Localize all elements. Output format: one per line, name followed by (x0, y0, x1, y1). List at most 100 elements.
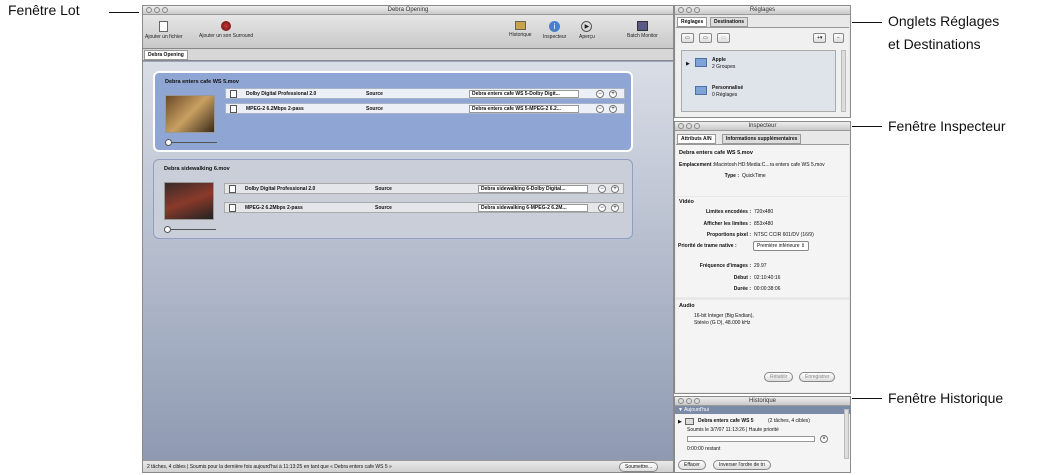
history-section-today[interactable]: ▼ Aujourd'hui (675, 406, 850, 414)
target-row[interactable]: MPEG-2 6.2Mbps 2-pass Source Debra enter… (225, 103, 625, 114)
job-icon (685, 418, 694, 425)
history-scrollbar[interactable] (844, 409, 849, 459)
inspector-titlebar: Inspecteur (675, 122, 850, 131)
preview-button[interactable]: ▶ Aperçu (579, 21, 595, 40)
remove-target-button[interactable]: − (598, 185, 606, 193)
group-custom[interactable]: Personnalisé (712, 85, 743, 91)
inspector-video-section: Vidéo Limites encodées : 720x480 Affiche… (676, 197, 849, 297)
tab-debra-opening[interactable]: Debra Opening (144, 50, 188, 60)
inspector-file-section: Debra enters cafe WS 5.mov Emplacement :… (676, 144, 849, 196)
monitor-icon (636, 21, 648, 31)
history-button[interactable]: Historique (509, 21, 532, 38)
batch-titlebar: Debra Opening (143, 6, 673, 15)
add-target-button[interactable]: + (609, 90, 617, 98)
video-file-icon (229, 204, 236, 212)
play-icon: ▶ (581, 21, 593, 32)
callout-tabs-line2: et Destinations (888, 36, 981, 52)
encoded-bounds-value: 720x480 (754, 209, 774, 215)
thumbnail-scrubber[interactable] (164, 226, 216, 233)
tab-av-attributes[interactable]: Attributs A/N (677, 134, 716, 144)
batch-toolbar: Ajouter un fichier Ajouter un son Surrou… (143, 15, 673, 49)
target-output-name[interactable]: Debra enters cafe WS 5-MPEG-2 6.2... (469, 105, 579, 113)
field-dominance-label: Priorité de trame native : (678, 243, 737, 249)
remove-target-button[interactable]: − (596, 90, 604, 98)
tab-additional-info[interactable]: Informations supplémentaires (722, 134, 802, 144)
add-target-button[interactable]: + (611, 204, 619, 212)
window-controls[interactable] (146, 7, 168, 13)
thumbnail-scrubber[interactable] (165, 139, 217, 146)
field-dominance-select[interactable]: Première inférieure ⇕ (753, 241, 810, 251)
type-label: Type : (724, 173, 739, 179)
window-controls[interactable] (678, 7, 700, 13)
type-value: QuickTime (742, 173, 766, 179)
callout-line (852, 126, 882, 127)
batch-title: Debra Opening (387, 7, 429, 13)
window-controls[interactable] (678, 398, 700, 404)
inspector-button[interactable]: i Inspecteur (543, 21, 566, 40)
history-job-name[interactable]: Debra enters cafe WS 5 (698, 418, 754, 424)
target-row[interactable]: Dolby Digital Professional 2.0 Source De… (224, 183, 624, 194)
batch-window: Debra Opening Ajouter un fichier Ajouter… (142, 5, 674, 473)
job-item[interactable]: Debra sidewalking 6.mov Dolby Digital Pr… (153, 159, 633, 239)
batch-monitor-button[interactable]: Batch Monitor (627, 21, 658, 39)
target-destination[interactable]: Source (375, 184, 392, 194)
callout-inspector: Fenêtre Inspecteur (888, 118, 1006, 134)
job-name: Debra sidewalking 6.mov (164, 166, 230, 172)
target-row[interactable]: MPEG-2 6.2Mbps 2-pass Source Debra sidew… (224, 202, 624, 213)
target-row[interactable]: Dolby Digital Professional 2.0 Source De… (225, 88, 625, 99)
target-output-name[interactable]: Debra enters cafe WS 5-Dolby Digit... (469, 90, 579, 98)
audio-channels: Stéréo (G D), 48.000 kHz (694, 320, 751, 326)
clear-button[interactable]: Effacer (678, 460, 706, 470)
target-destination[interactable]: Source (366, 104, 383, 114)
group-apple[interactable]: Apple (712, 57, 726, 63)
reverse-sort-button[interactable]: Inverser l'ordre de tri (713, 460, 771, 470)
inspector-audio-section: Audio 16-bit Integer (Big Endian), Stéré… (676, 300, 849, 392)
history-job-meta: (2 tâches, 4 cibles) (768, 418, 810, 424)
add-target-button[interactable]: + (609, 105, 617, 113)
display-bounds-label: Afficher les limites : (703, 221, 751, 227)
info-icon: i (549, 21, 561, 32)
add-surround-button[interactable]: Ajouter un son Surround (199, 21, 253, 39)
revert-button[interactable]: Rétablir (764, 372, 794, 382)
inspector-window: Inspecteur Attributs A/N Informations su… (674, 121, 851, 394)
target-output-name[interactable]: Debra sidewalking 6-Dolby Digital... (478, 185, 588, 193)
group-apple-count: 2 Groupes (712, 64, 736, 70)
history-title: Historique (748, 398, 776, 404)
settings-scrollbar[interactable] (841, 50, 846, 112)
disclosure-triangle-icon[interactable]: ▶ (678, 419, 682, 425)
remove-target-button[interactable]: − (596, 105, 604, 113)
add-setting-button[interactable]: +▾ (813, 33, 827, 43)
disclosure-triangle-icon[interactable]: ▶ (686, 61, 690, 67)
tab-destinations[interactable]: Destinations (710, 17, 749, 27)
batch-tabbar: Debra Opening (143, 49, 673, 61)
save-button[interactable]: Enregistrer (799, 372, 836, 382)
remove-target-button[interactable]: − (598, 204, 606, 212)
tab-settings[interactable]: Réglages (677, 17, 708, 27)
copy-icon[interactable]: ▭ (717, 33, 730, 43)
audio-file-icon (229, 185, 236, 193)
submit-button[interactable]: Soumettre... (619, 462, 659, 472)
history-submitted: Soumis le 3/7/07 11:13:26 | Haute priori… (687, 427, 779, 433)
encoded-bounds-label: Limites encodées : (705, 209, 751, 215)
settings-titlebar: Réglages (675, 6, 850, 15)
callout-line (852, 398, 882, 399)
new-folder-icon[interactable]: ▭ (681, 33, 694, 43)
cancel-job-icon[interactable]: × (820, 435, 828, 443)
video-heading: Vidéo (679, 199, 694, 205)
duplicate-icon[interactable]: ▭ (699, 33, 712, 43)
target-destination[interactable]: Source (366, 89, 383, 99)
job-item[interactable]: Debra enters cafe WS 5.mov Dolby Digital… (153, 71, 633, 152)
target-output-name[interactable]: Debra sidewalking 6-MPEG-2 6.2M... (478, 204, 588, 212)
location-label: Emplacement : (679, 162, 715, 168)
history-window: Historique ▼ Aujourd'hui ▶ Debra enters … (674, 396, 851, 473)
target-setting: MPEG-2 6.2Mbps 2-pass (246, 106, 304, 112)
add-file-button[interactable]: Ajouter un fichier (145, 21, 183, 40)
add-target-button[interactable]: + (611, 185, 619, 193)
target-setting: Dolby Digital Professional 2.0 (245, 186, 316, 192)
frame-rate-value: 29.97 (754, 263, 767, 269)
remove-setting-button[interactable]: − (833, 33, 844, 43)
settings-title: Réglages (749, 7, 776, 13)
target-destination[interactable]: Source (375, 203, 392, 213)
callout-line (852, 22, 882, 23)
window-controls[interactable] (678, 123, 700, 129)
